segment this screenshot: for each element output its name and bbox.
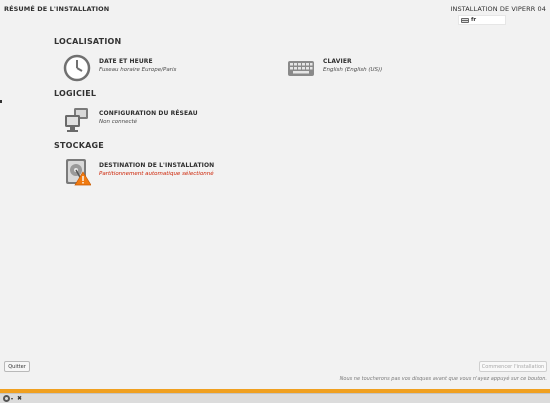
clock-icon [63,54,91,82]
footer-note: Nous ne toucherons pas vos disques avant… [339,376,547,382]
section-heading-logiciel: LOGICIEL [54,89,97,98]
spoke-date-time[interactable]: DATE ET HEURE Fuseau horaire Europe/Pari… [63,54,176,82]
quit-button[interactable]: Quitter [4,361,30,372]
spoke-keyboard[interactable]: CLAVIER English (English (US)) [287,54,382,82]
keyboard-layout-label: fr [471,17,477,23]
keyboard-layout-indicator[interactable]: fr [458,15,506,25]
spoke-status: English (English (US)) [323,67,383,73]
chevron-down-icon: ▾ [11,396,14,401]
network-icon [63,106,91,134]
keyboard-icon [461,17,469,23]
taskbar-menu-button[interactable]: ▾ [3,395,13,402]
section-heading-stockage: STOCKAGE [54,141,104,150]
disk-icon [3,395,10,402]
spoke-status: Non connecté [99,119,138,125]
page-title: RÉSUMÉ DE L'INSTALLATION [4,5,110,13]
spoke-title: CLAVIER [323,58,352,65]
spoke-title: DESTINATION DE L'INSTALLATION [99,162,215,169]
spoke-title: CONFIGURATION DU RÉSEAU [99,110,198,117]
spoke-status-warning: Partitionnement automatique sélectionné [99,171,214,177]
spoke-network[interactable]: CONFIGURATION DU RÉSEAU Non connecté [63,106,198,134]
section-heading-localisation: LOCALISATION [54,37,122,46]
spoke-title: DATE ET HEURE [99,58,153,65]
hard-disk-icon [63,158,92,186]
keyboard-icon [287,54,315,82]
taskbar: ▾ ✖ [0,393,550,403]
close-icon[interactable]: ✖ [17,395,22,402]
window-edge-mark [0,100,2,103]
spoke-status: Fuseau horaire Europe/Paris [99,67,177,73]
product-title: INSTALLATION DE VIPERR 04 [450,5,546,13]
begin-installation-button[interactable]: Commencer l'installation [479,361,547,372]
spoke-installation-destination[interactable]: DESTINATION DE L'INSTALLATION Partitionn… [63,158,214,186]
